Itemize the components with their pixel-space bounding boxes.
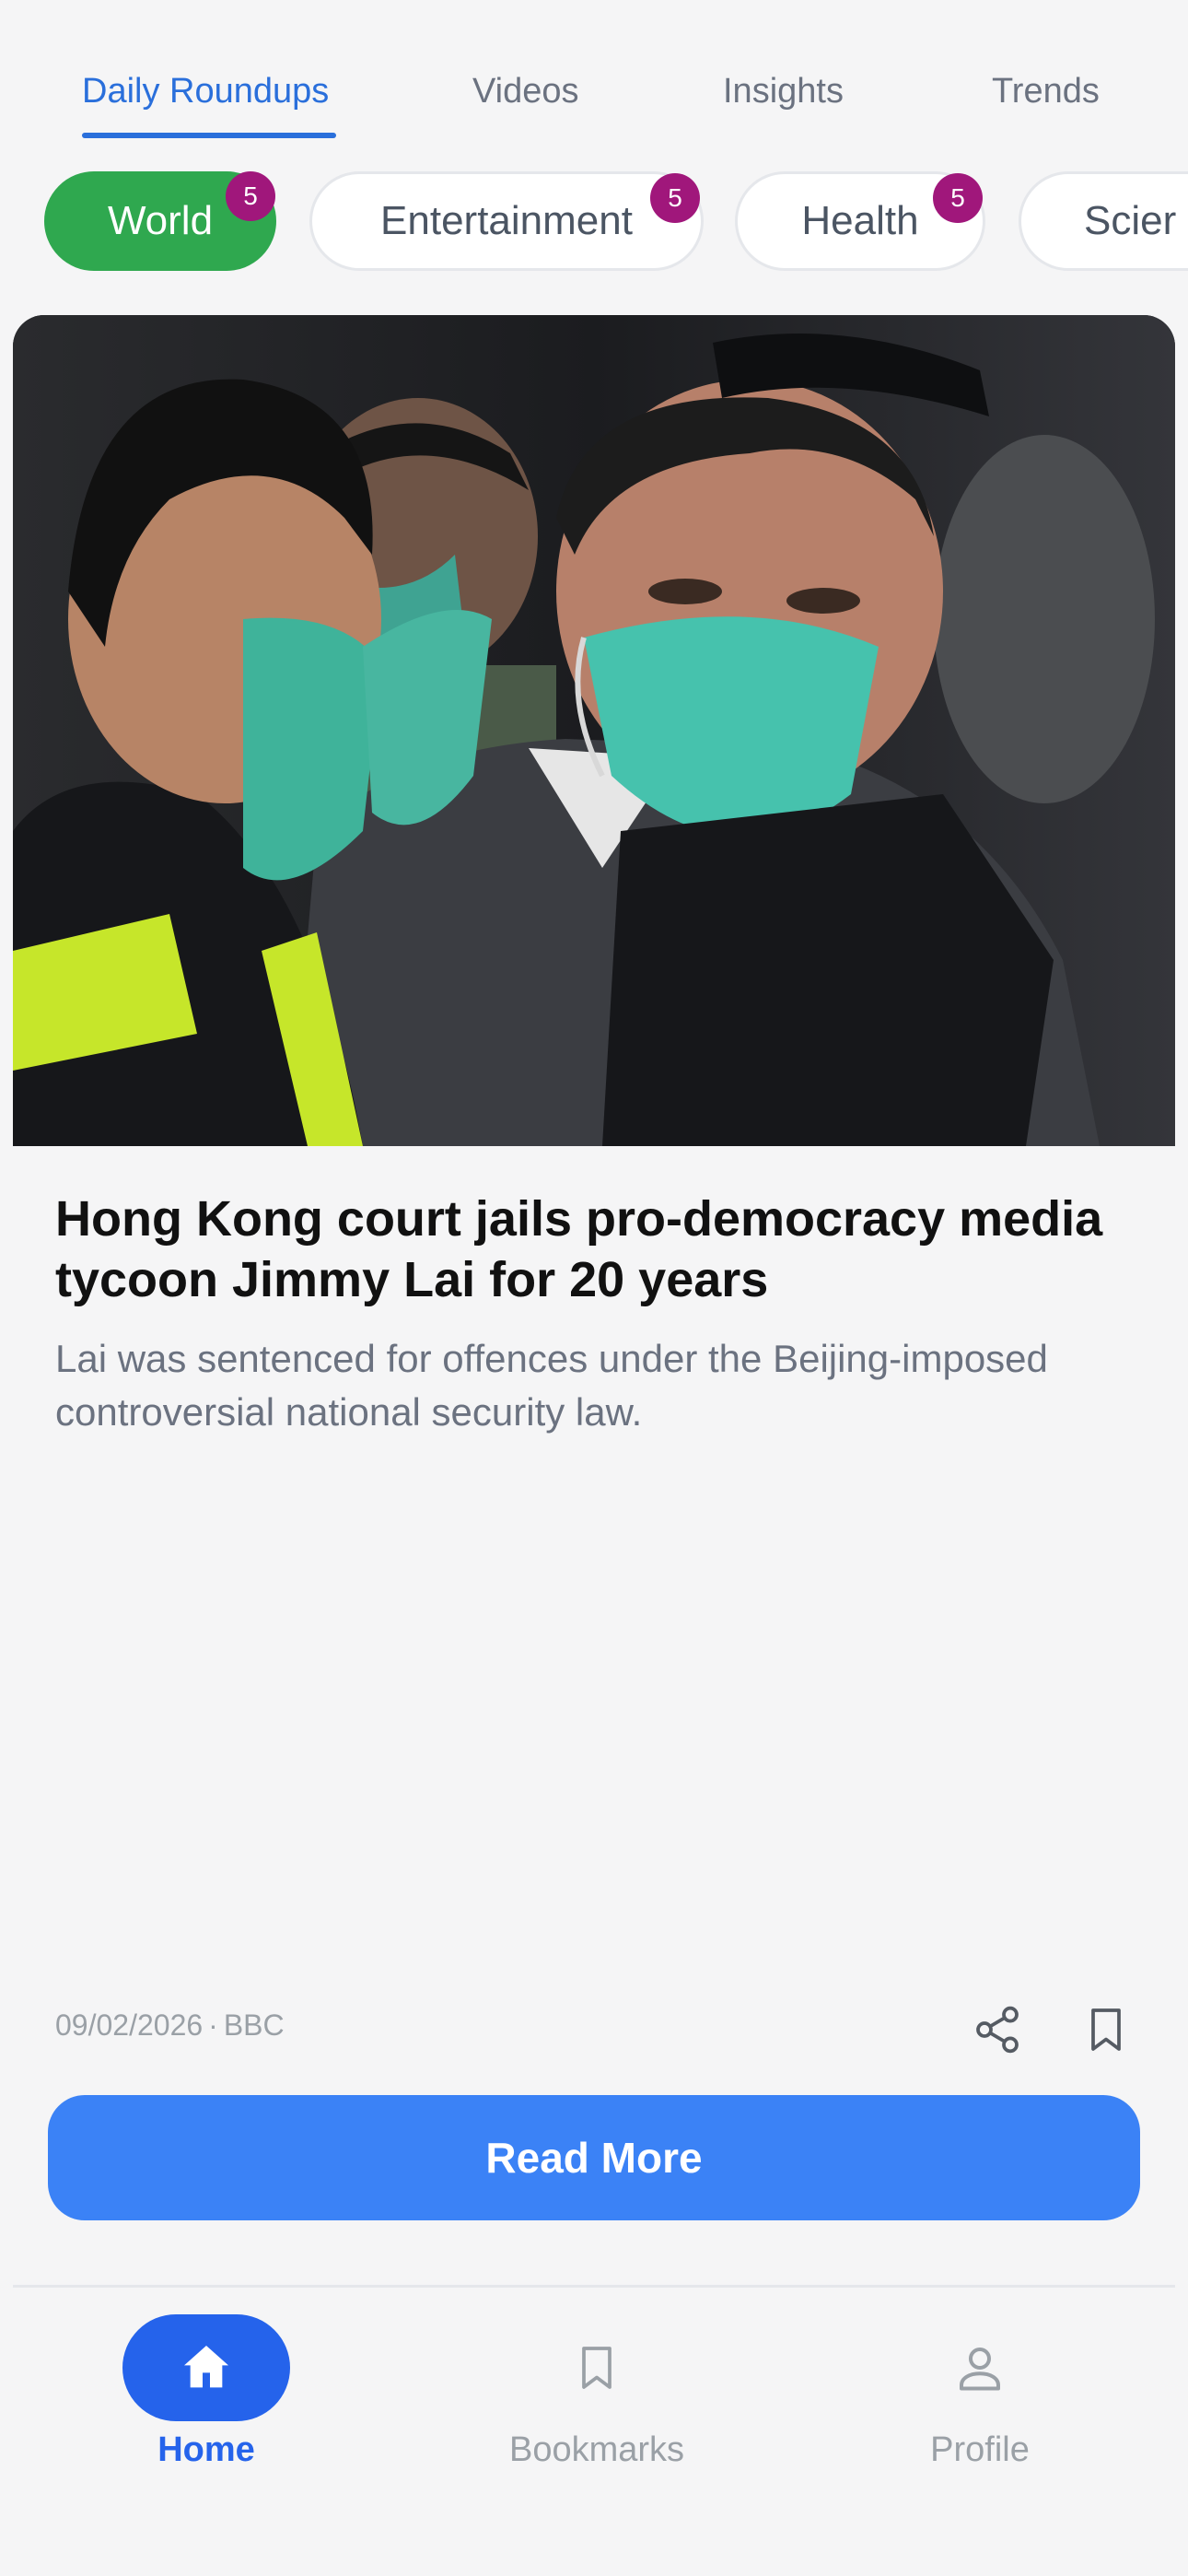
nav-bookmarks-icon-wrap	[513, 2314, 681, 2421]
category-pill-entertainment[interactable]: Entertainment	[309, 171, 704, 271]
article-date: 09/02/2026	[55, 2008, 204, 2042]
bottom-nav-divider	[13, 2285, 1175, 2288]
nav-home[interactable]: Home	[122, 2314, 290, 2470]
active-tab-indicator	[82, 133, 336, 138]
category-pill-label: World	[107, 198, 214, 243]
nav-profile-icon-wrap	[896, 2314, 1064, 2421]
nav-profile-label: Profile	[930, 2430, 1030, 2469]
tab-daily-roundups[interactable]: Daily Roundups	[82, 72, 329, 111]
nav-bookmarks-label: Bookmarks	[509, 2430, 685, 2469]
person-icon	[960, 2348, 1000, 2391]
category-count-badge: 5	[226, 171, 275, 221]
bookmark-icon	[582, 2347, 611, 2389]
nav-profile[interactable]: Profile	[896, 2314, 1064, 2470]
nav-bookmarks[interactable]: Bookmarks	[509, 2314, 684, 2470]
article-summary: Lai was sentenced for offences under the…	[55, 1337, 1048, 1434]
nav-home-label: Home	[157, 2430, 255, 2469]
top-tab-bar: Daily Roundups Videos Insights Trends	[0, 55, 1188, 144]
category-pill-label: Health	[801, 198, 919, 243]
category-count-badge: 5	[933, 173, 983, 223]
save-bookmark-button[interactable]	[1074, 1997, 1138, 2062]
tab-trends[interactable]: Trends	[992, 72, 1100, 111]
home-icon	[184, 2346, 228, 2388]
category-pill-science[interactable]: Scier	[1019, 171, 1188, 271]
nav-home-icon-pill	[122, 2314, 290, 2421]
category-pill-label: Scier	[1084, 198, 1177, 243]
article-headline[interactable]: Hong Kong court jails pro-democracy medi…	[55, 1188, 1133, 1310]
tab-videos[interactable]: Videos	[472, 72, 579, 111]
read-more-button[interactable]: Read More	[48, 2095, 1140, 2220]
category-filter-bar: World 5 Entertainment 5 Health 5 Scier	[0, 171, 1188, 273]
news-app-screen: Daily Roundups Videos Insights Trends Wo…	[0, 0, 1188, 2576]
article-source: BBC	[223, 2008, 285, 2042]
article-hero-image	[13, 315, 1175, 1146]
article-meta: 09/02/2026 · BBC	[55, 2008, 285, 2043]
share-button[interactable]	[965, 1997, 1030, 2062]
meta-separator: ·	[208, 2008, 218, 2042]
category-pill-label: Entertainment	[380, 198, 633, 243]
bookmark-icon	[1091, 2008, 1121, 2051]
category-count-badge: 5	[650, 173, 700, 223]
tab-insights[interactable]: Insights	[723, 72, 844, 111]
share-icon	[976, 2006, 1019, 2054]
